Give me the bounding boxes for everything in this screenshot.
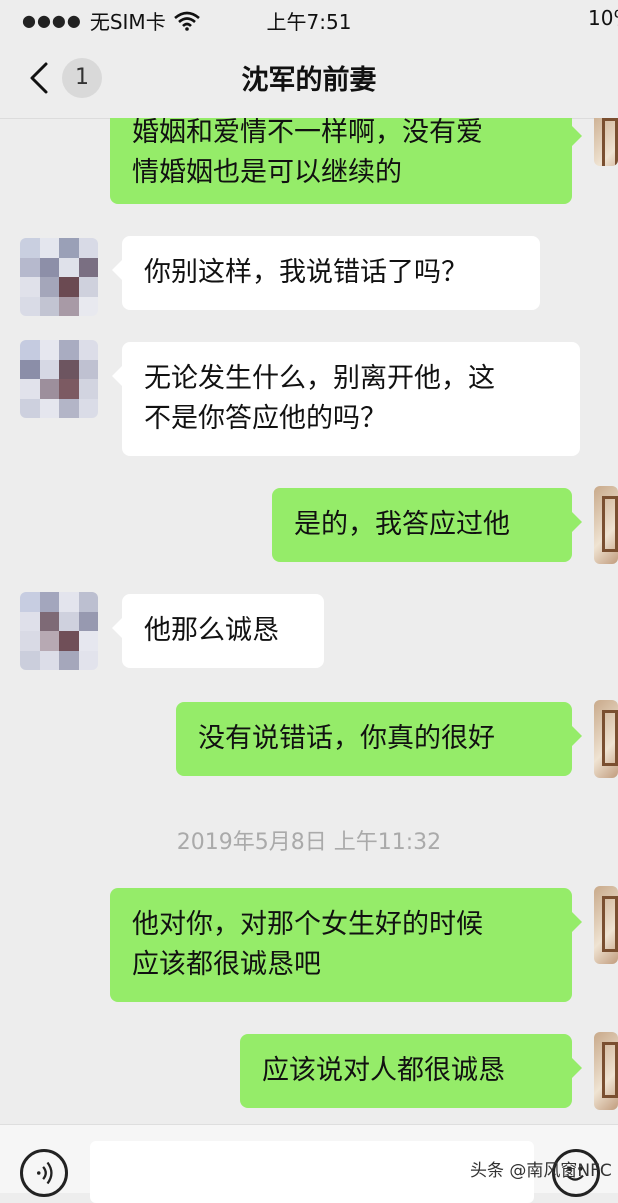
watermark: 头条 @南风窗NFC: [470, 1161, 612, 1181]
outgoing-bubble[interactable]: 应该说对人都很诚恳: [240, 1034, 582, 1108]
my-avatar[interactable]: [594, 886, 618, 964]
message-line: 不是你答应他的吗？: [144, 403, 387, 434]
message-line: 情婚姻也是可以继续的: [132, 157, 402, 188]
outgoing-bubble[interactable]: 是的，我答应过他: [272, 488, 582, 562]
outgoing-bubble[interactable]: 婚姻和爱情不一样啊，没有爱 情婚姻也是可以继续的: [110, 118, 582, 204]
my-avatar[interactable]: [594, 700, 618, 778]
battery-percent: 10%: [588, 6, 618, 30]
status-bar: ●●●● 无SIM卡 上午7:51 10%: [0, 0, 618, 38]
message-line: 你别这样，我说错话了吗？: [144, 257, 468, 288]
message-line: 应该说对人都很诚恳: [262, 1055, 505, 1086]
my-avatar[interactable]: [594, 486, 618, 564]
message-line: 婚姻和爱情不一样啊，没有爱: [132, 118, 483, 148]
my-avatar[interactable]: [594, 1032, 618, 1110]
incoming-bubble[interactable]: 你别这样，我说错话了吗？: [112, 236, 540, 310]
incoming-bubble[interactable]: 他那么诚恳: [112, 594, 324, 668]
contact-avatar[interactable]: [20, 340, 98, 418]
incoming-bubble[interactable]: 无论发生什么，别离开他，这 不是你答应他的吗？: [112, 342, 580, 456]
contact-avatar[interactable]: [20, 238, 98, 316]
contact-avatar[interactable]: [20, 592, 98, 670]
message-list[interactable]: 婚姻和爱情不一样啊，没有爱 情婚姻也是可以继续的 你别这样，我说错话了吗？ 无论…: [0, 118, 618, 1124]
chat-timestamp: 2019年5月8日 上午11:32: [176, 830, 442, 855]
my-avatar[interactable]: [594, 118, 618, 166]
chat-title: 沈军的前妻: [241, 65, 377, 96]
message-input[interactable]: [90, 1141, 534, 1203]
status-time: 上午7:51: [266, 10, 352, 34]
message-line: 没有说错话，你真的很好: [198, 723, 495, 754]
message-line: 无论发生什么，别离开他，这: [144, 363, 495, 394]
voice-icon[interactable]: [20, 1149, 68, 1197]
message-line: 他那么诚恳: [144, 615, 279, 646]
message-line: 应该都很诚恳吧: [132, 949, 321, 980]
outgoing-bubble[interactable]: 他对你，对那个女生好的时候 应该都很诚恳吧: [110, 888, 582, 1002]
message-line: 他对你，对那个女生好的时候: [132, 909, 483, 940]
message-line: 是的，我答应过他: [294, 509, 510, 540]
outgoing-bubble[interactable]: 没有说错话，你真的很好: [176, 702, 582, 776]
chat-header: 1 沈军的前妻: [0, 38, 618, 119]
